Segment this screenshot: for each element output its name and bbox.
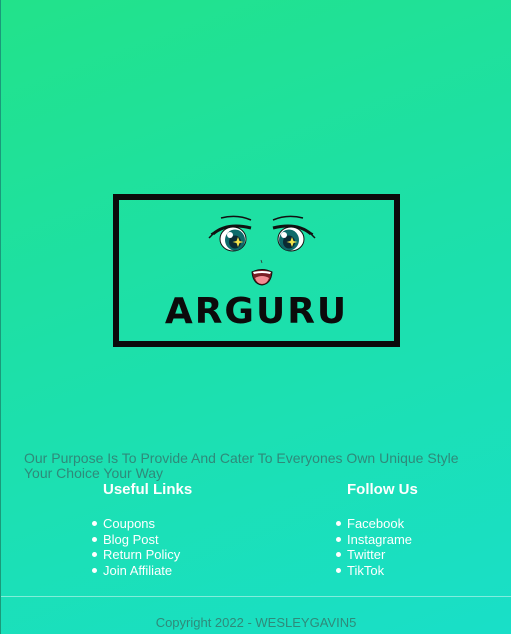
footer-link-coupons[interactable]: Coupons [91, 516, 291, 532]
brand-logo[interactable]: ARGURU [113, 194, 400, 347]
social-link-facebook[interactable]: Facebook [335, 516, 511, 532]
footer-divider [1, 596, 511, 597]
copyright-text: Copyright 2022 - WESLEYGAVIN5 [155, 615, 357, 630]
social-link-twitter[interactable]: Twitter [335, 547, 511, 563]
useful-links-heading: Useful Links [103, 481, 193, 498]
page: ARGURU Our Purpose Is To Provide And Cat… [0, 0, 511, 634]
social-link-instagram[interactable]: Instagrame [335, 532, 511, 548]
social-links-list: Facebook Instagrame Twitter TikTok [335, 516, 511, 578]
anime-face-icon [208, 215, 316, 286]
follow-us-heading: Follow Us [347, 481, 418, 498]
useful-links-section: Useful Links Coupons Blog Post Return Po… [91, 481, 193, 578]
footer-purpose-text: Our Purpose Is To Provide And Cater To E… [24, 450, 459, 481]
follow-us-section: Follow Us Facebook Instagrame Twitter Ti… [335, 481, 418, 578]
brand-wordmark: ARGURU [164, 291, 349, 332]
footer-link-blog-post[interactable]: Blog Post [91, 532, 291, 548]
footer-link-join-affiliate[interactable]: Join Affiliate [91, 563, 291, 579]
useful-links-list: Coupons Blog Post Return Policy Join Aff… [91, 516, 291, 578]
footer-link-return-policy[interactable]: Return Policy [91, 547, 291, 563]
social-link-tiktok[interactable]: TikTok [335, 563, 511, 579]
